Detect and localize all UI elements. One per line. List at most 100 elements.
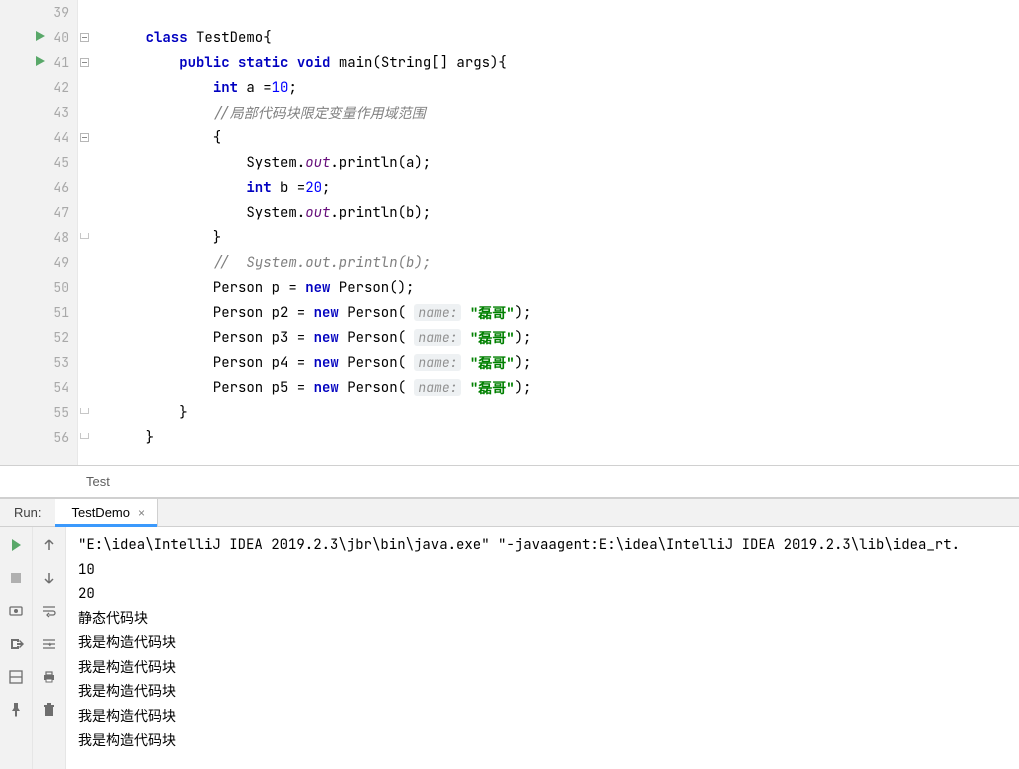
fold-collapse-icon[interactable] <box>80 58 89 67</box>
pin-button[interactable] <box>6 700 26 720</box>
code-line[interactable]: System.out.println(b); <box>78 200 1019 225</box>
gutter-row[interactable]: 44 <box>0 125 77 150</box>
run-content-area: "E:\idea\IntelliJ IDEA 2019.2.3\jbr\bin\… <box>0 527 1019 769</box>
code-line[interactable]: //局部代码块限定变量作用域范围 <box>78 100 1019 125</box>
gutter-row[interactable]: 47 <box>0 200 77 225</box>
console-line: "E:\idea\IntelliJ IDEA 2019.2.3\jbr\bin\… <box>78 533 1007 558</box>
code-line[interactable]: int a =10; <box>78 75 1019 100</box>
rerun-button[interactable] <box>6 535 26 555</box>
code-line[interactable]: public static void main(String[] args){ <box>78 50 1019 75</box>
code-text <box>112 179 246 197</box>
gutter-row[interactable]: 50 <box>0 275 77 300</box>
code-text: Person p2 = <box>112 304 314 322</box>
code-text: Person( <box>339 304 415 322</box>
code-str: "磊哥" <box>470 378 515 398</box>
code-text <box>230 54 238 72</box>
gutter-row[interactable]: 54 <box>0 375 77 400</box>
line-number: 41 <box>45 54 69 71</box>
fold-collapse-icon[interactable] <box>80 33 89 42</box>
console-line: 我是构造代码块 <box>78 656 1007 681</box>
code-line[interactable]: Person p5 = new Person( name: "磊哥"); <box>78 375 1019 400</box>
fold-end-icon[interactable] <box>80 408 89 414</box>
console-line: 20 <box>78 582 1007 607</box>
clear-button[interactable] <box>39 700 59 720</box>
gutter-row[interactable]: 51 <box>0 300 77 325</box>
gutter-row[interactable]: 41 <box>0 50 77 75</box>
console-line: 静态代码块 <box>78 607 1007 632</box>
code-line[interactable] <box>78 0 1019 25</box>
run-tab[interactable]: TestDemo × <box>55 499 158 526</box>
gutter-row[interactable]: 45 <box>0 150 77 175</box>
fold-end-icon[interactable] <box>80 433 89 439</box>
code-text: } <box>112 229 221 247</box>
gutter-row[interactable]: 39 <box>0 0 77 25</box>
code-param-hint: name: <box>414 379 461 396</box>
gutter-row[interactable]: 52 <box>0 325 77 350</box>
code-kw: int <box>213 79 238 97</box>
code-line[interactable]: Person p4 = new Person( name: "磊哥"); <box>78 350 1019 375</box>
editor-area: 39 40 41 424344454647484950515253 54 5556 cla… <box>0 0 1019 466</box>
run-gutter-icon[interactable] <box>34 30 46 42</box>
code-text <box>112 29 146 47</box>
gutter-row[interactable]: 46 <box>0 175 77 200</box>
close-icon[interactable]: × <box>136 506 147 520</box>
code-text: ); <box>515 329 532 347</box>
code-line[interactable]: System.out.println(a); <box>78 150 1019 175</box>
code-line[interactable]: Person p = new Person(); <box>78 275 1019 300</box>
run-label: Run: <box>0 499 55 526</box>
code-text: main(String[] args){ <box>330 54 506 72</box>
console-output[interactable]: "E:\idea\IntelliJ IDEA 2019.2.3\jbr\bin\… <box>66 527 1019 769</box>
code-text <box>112 104 213 122</box>
code-line[interactable]: { <box>78 125 1019 150</box>
code-line[interactable]: Person p2 = new Person( name: "磊哥"); <box>78 300 1019 325</box>
gutter-row[interactable]: 43 <box>0 100 77 125</box>
fold-collapse-icon[interactable] <box>80 133 89 142</box>
gutter-row[interactable]: 40 <box>0 25 77 50</box>
code-text: ; <box>322 179 330 197</box>
print-button[interactable] <box>39 667 59 687</box>
code-kw-new: new <box>314 329 339 347</box>
code-kw-new: new <box>314 304 339 322</box>
breadcrumb[interactable]: Test <box>0 466 1019 498</box>
gutter-row[interactable]: 53 <box>0 350 77 375</box>
code-text: Person p = <box>112 279 305 297</box>
code-text: .println(b); <box>330 204 431 222</box>
code-line[interactable]: } <box>78 400 1019 425</box>
fold-end-icon[interactable] <box>80 233 89 239</box>
code-line[interactable]: Person p3 = new Person( name: "磊哥"); <box>78 325 1019 350</box>
gutter-row[interactable]: 49 <box>0 250 77 275</box>
line-number: 54 <box>45 379 69 396</box>
scroll-up-button[interactable] <box>39 535 59 555</box>
dump-threads-button[interactable] <box>6 601 26 621</box>
stop-button[interactable] <box>6 568 26 588</box>
code-text: Person( <box>339 379 415 397</box>
soft-wrap-button[interactable] <box>39 601 59 621</box>
code-text <box>288 54 296 72</box>
gutter-row[interactable]: 55 <box>0 400 77 425</box>
scroll-to-end-button[interactable] <box>39 634 59 654</box>
code-line[interactable]: } <box>78 225 1019 250</box>
scroll-down-button[interactable] <box>39 568 59 588</box>
code-str: "磊哥" <box>470 353 515 373</box>
exit-button[interactable] <box>6 634 26 654</box>
run-gutter-icon[interactable] <box>34 55 46 67</box>
code-kw: class <box>146 29 188 47</box>
code-text: } <box>112 429 154 447</box>
breadcrumb-item[interactable]: Test <box>86 474 110 489</box>
code-line[interactable]: } <box>78 425 1019 450</box>
code-text <box>461 329 469 347</box>
code-kw: static <box>238 54 288 72</box>
code-line[interactable]: class TestDemo{ <box>78 25 1019 50</box>
line-number: 40 <box>45 29 69 46</box>
code-text: a = <box>238 79 272 97</box>
code-line[interactable]: int b =20; <box>78 175 1019 200</box>
gutter-row[interactable]: 42 <box>0 75 77 100</box>
layout-button[interactable] <box>6 667 26 687</box>
gutter-row[interactable]: 48 <box>0 225 77 250</box>
code-static-it: out <box>305 154 330 172</box>
code-lines[interactable]: class TestDemo{ public static void main(… <box>78 0 1019 450</box>
gutter-row[interactable]: 56 <box>0 425 77 450</box>
code-column[interactable]: class TestDemo{ public static void main(… <box>78 0 1019 465</box>
code-static-it: out <box>305 204 330 222</box>
code-line[interactable]: // System.out.println(b); <box>78 250 1019 275</box>
